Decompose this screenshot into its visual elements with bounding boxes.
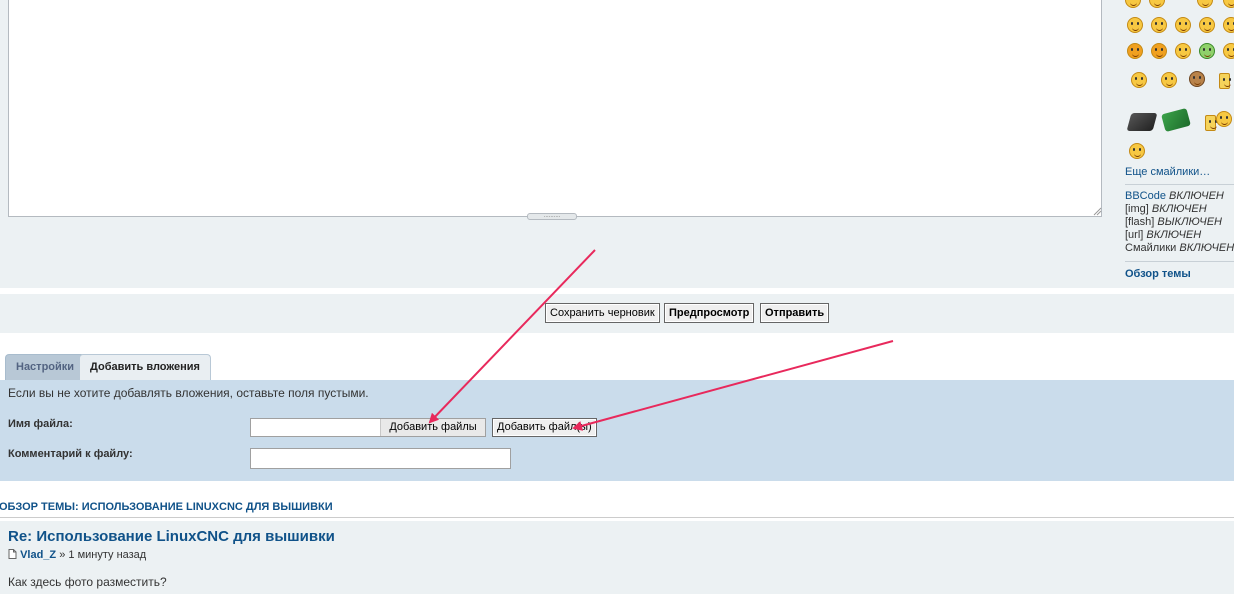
smiley-icon[interactable] [1125,0,1141,8]
preview-button[interactable]: Предпросмотр [664,303,755,323]
smiley-icon[interactable] [1197,0,1213,8]
smiley-icon[interactable] [1223,43,1234,59]
topic-review-header[interactable]: ОБЗОР ТЕМЫ: ИСПОЛЬЗОВАНИЕ LINUXCNC ДЛЯ В… [0,501,333,513]
save-draft-button[interactable]: Сохранить черновик [545,303,660,323]
devil-smiley-icon[interactable] [1151,43,1167,59]
beer-smiley-icon[interactable] [1219,73,1231,89]
beer-smiley-icon[interactable] [1205,115,1217,131]
status-key: Смайлики [1125,242,1177,254]
smiley-icon[interactable] [1149,0,1165,8]
post-author-link[interactable]: Vlad_Z [20,549,56,561]
topic-review-link[interactable]: Обзор темы [1125,268,1191,280]
post-body: Как здесь фото разместить? [8,575,167,589]
submit-button[interactable]: Отправить [760,303,830,323]
file-input[interactable]: Добавить файлы [250,418,486,437]
post-title-link[interactable]: Re: Использование LinuxCNC для вышивки [8,528,335,545]
post-time: 1 минуту назад [68,549,147,561]
tab-add-attachments[interactable]: Добавить вложения [79,354,211,381]
meta-separator: » [59,549,66,561]
message-textarea[interactable] [8,0,1102,217]
status-value: ВЫКЛЮЧЕН [1157,216,1222,228]
smiley-icon[interactable] [1129,143,1145,159]
smiley-icon[interactable] [1175,17,1191,33]
smilies-panel [1125,0,1234,165]
tab-settings[interactable]: Настройки [5,354,86,380]
post-meta: Vlad_Z » 1 минуту назад [8,549,146,561]
bbcode-status-list: BBCode ВКЛЮЧЕН [img] ВКЛЮЧЕН [flash] ВЫК… [1125,190,1234,255]
file-comment-input[interactable] [250,448,511,469]
smiley-icon[interactable] [1216,111,1232,127]
post-icon[interactable] [8,549,17,559]
headphones-smiley-icon[interactable] [1131,72,1147,88]
textarea-resize-grip[interactable]: .......... [527,213,577,220]
divider [0,517,1234,518]
choose-files-button[interactable]: Добавить файлы [380,419,485,436]
smiley-icon[interactable] [1175,43,1191,59]
add-files-button[interactable]: Добавить файл(ы) [492,418,597,437]
devil-smiley-icon[interactable] [1127,43,1143,59]
more-smilies-link[interactable]: Еще смайлики… [1125,166,1210,178]
hard-drive-icon[interactable] [1126,113,1158,131]
smiley-icon[interactable] [1127,17,1143,33]
flash-status-row: [flash] ВЫКЛЮЧЕН [1125,216,1234,229]
smiley-icon[interactable] [1161,72,1177,88]
url-status-row: [url] ВКЛЮЧЕН [1125,229,1234,242]
monkey-smiley-icon[interactable] [1189,71,1205,87]
attachments-note: Если вы не хотите добавлять вложения, ос… [8,386,369,400]
smilies-status-row: Смайлики ВКЛЮЧЕН [1125,242,1234,255]
img-status-row: [img] ВКЛЮЧЕН [1125,203,1234,216]
status-value: ВКЛЮЧЕН [1146,229,1202,241]
filename-label: Имя файла: [8,418,73,430]
circuit-board-icon[interactable] [1161,107,1191,133]
status-value: ВКЛЮЧЕН [1151,203,1207,215]
smiley-icon[interactable] [1151,17,1167,33]
divider [1125,261,1234,262]
smiley-icon[interactable] [1199,17,1215,33]
status-key: [flash] [1125,216,1155,228]
status-key: [img] [1125,203,1149,215]
divider [1125,184,1234,185]
smiley-icon[interactable] [1223,0,1234,8]
status-value: ВКЛЮЧЕН [1179,242,1234,254]
green-smiley-icon[interactable] [1199,43,1215,59]
resize-corner-icon[interactable] [1092,206,1102,216]
status-key: [url] [1125,229,1144,241]
bbcode-status-row: BBCode ВКЛЮЧЕН [1125,190,1234,203]
bbcode-link[interactable]: BBCode [1125,190,1166,202]
status-value: ВКЛЮЧЕН [1169,190,1224,202]
file-comment-label: Комментарий к файлу: [8,448,133,460]
smiley-icon[interactable] [1223,17,1234,33]
